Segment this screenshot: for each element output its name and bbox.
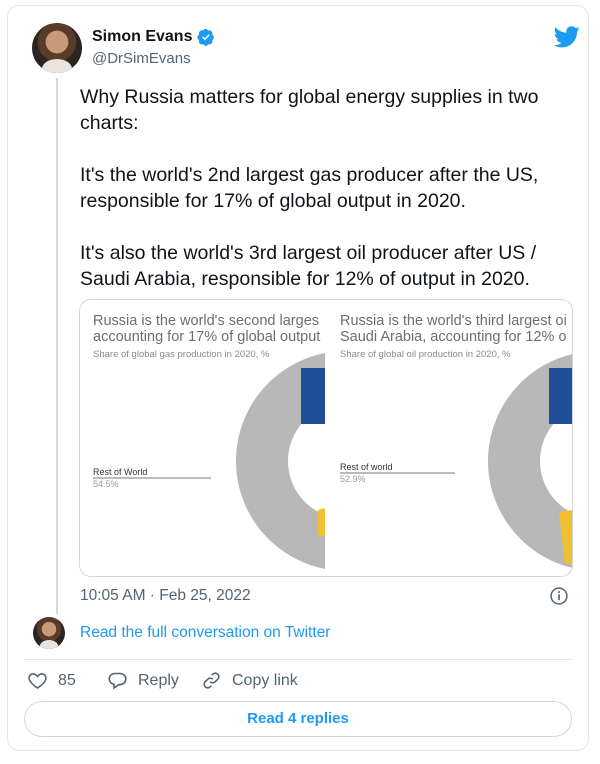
oil-chart-title-line-1: Russia is the world's third largest oi: [340, 313, 567, 329]
author-avatar[interactable]: [32, 23, 82, 73]
other-gas-slice: [318, 508, 325, 536]
link-icon: [203, 672, 220, 689]
author-name-text[interactable]: Simon Evans: [92, 28, 192, 46]
twitter-bird-icon[interactable]: [554, 26, 580, 48]
divider: [24, 659, 573, 660]
author-handle[interactable]: @DrSimEvans: [92, 50, 191, 67]
copy-link-button[interactable]: Copy link: [201, 670, 298, 691]
gas-chart-title-line-1: Russia is the world's second larges: [93, 313, 320, 329]
read-conversation-link[interactable]: Read the full conversation on Twitter: [80, 624, 330, 642]
info-icon[interactable]: [549, 586, 569, 606]
gas-chart-title-line-2: accounting for 17% of global output: [93, 329, 321, 345]
conversation-avatar[interactable]: [33, 617, 65, 649]
russia-oil-slice: [549, 368, 572, 424]
oil-chart-title: Russia is the world's third largest oi S…: [340, 313, 572, 345]
gas-chart-title: Russia is the world's second larges acco…: [93, 313, 325, 345]
verified-badge-icon: [197, 28, 215, 46]
reply-button[interactable]: Reply: [107, 670, 179, 691]
russia-gas-slice: [301, 368, 325, 424]
rest-of-world-value: 54.5%: [93, 479, 119, 489]
thread-line: [56, 78, 58, 614]
gas-chart-image[interactable]: Russia is the world's second larges acco…: [80, 300, 325, 576]
oil-chart-image[interactable]: Russia is the world's third largest oi S…: [327, 300, 572, 576]
copy-link-label: Copy link: [232, 671, 298, 689]
oil-chart-title-line-2: Saudi Arabia, accounting for 12% o: [340, 329, 567, 345]
rest-of-world-label: Rest of World: [93, 467, 148, 477]
like-button[interactable]: 85: [27, 670, 76, 691]
tweet-paragraph: Why Russia matters for global energy sup…: [80, 86, 539, 134]
author-name[interactable]: Simon Evans: [92, 28, 215, 46]
tweet-media[interactable]: Russia is the world's second larges acco…: [79, 299, 573, 577]
tweet-paragraph: It's also the world's 3rd largest oil pr…: [80, 242, 537, 290]
tweet-body: Why Russia matters for global energy sup…: [80, 84, 575, 318]
gas-chart-subtitle: Share of global gas production in 2020, …: [93, 349, 270, 360]
heart-icon: [28, 673, 47, 689]
read-replies-button[interactable]: Read 4 replies: [24, 701, 572, 737]
tweet-timestamp[interactable]: 10:05 AM · Feb 25, 2022: [80, 587, 251, 605]
reply-label: Reply: [138, 671, 179, 689]
tweet-paragraph: It's the world's 2nd largest gas produce…: [80, 164, 539, 212]
rest-of-world-value: 52.9%: [340, 474, 366, 484]
like-count: 85: [58, 671, 76, 689]
speech-bubble-icon: [108, 672, 127, 690]
rest-of-world-label: Rest of world: [340, 462, 393, 472]
oil-chart-subtitle: Share of global oil production in 2020, …: [340, 349, 511, 360]
